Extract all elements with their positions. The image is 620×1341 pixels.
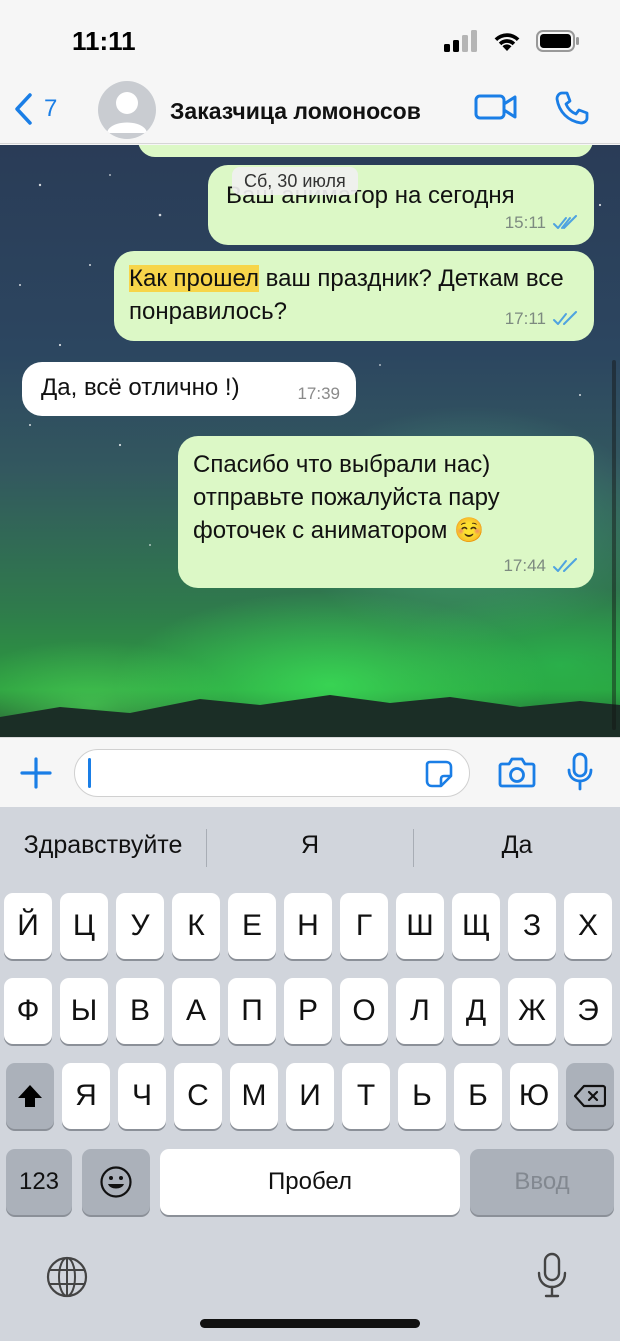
message-time: 17:11 [504, 309, 546, 328]
shift-key[interactable] [6, 1063, 54, 1129]
letter-key[interactable]: Й [4, 893, 52, 959]
scrollbar[interactable] [612, 360, 616, 730]
highlighted-text: Как прошел [129, 265, 259, 292]
home-indicator[interactable] [200, 1319, 420, 1328]
message-meta: 17:11 [505, 302, 578, 335]
phone-call-button[interactable] [554, 90, 590, 131]
letter-key[interactable]: И [286, 1063, 334, 1129]
message-bubble[interactable]: Спасибо что выбрали нас) отправьте пожал… [178, 436, 594, 588]
plus-icon [20, 757, 52, 789]
keyboard-bottom-bar [0, 1247, 620, 1307]
status-icons [444, 30, 580, 52]
message-time: 15:11 [504, 213, 546, 232]
letter-key[interactable]: Д [452, 978, 500, 1044]
message-input-overlay [74, 749, 470, 797]
numbers-key[interactable]: 123 [6, 1149, 72, 1215]
avatar-placeholder-icon [107, 92, 147, 133]
letter-key[interactable]: М [230, 1063, 278, 1129]
letter-key[interactable]: С [174, 1063, 222, 1129]
letter-key[interactable]: П [228, 978, 276, 1044]
contact-name[interactable]: Заказчица ломоносов [170, 98, 421, 125]
globe-icon[interactable] [45, 1255, 89, 1299]
letter-key[interactable]: Я [62, 1063, 110, 1129]
return-key[interactable]: Ввод [470, 1149, 614, 1215]
message-bubble-incoming[interactable]: Да, всё отлично !) 17:39 [22, 362, 356, 416]
message-bubble-partial[interactable] [138, 145, 593, 157]
message-text: Спасибо что выбрали нас) отправьте пожал… [193, 451, 500, 544]
suggestion-2[interactable]: Я [207, 831, 413, 860]
letter-key[interactable]: Е [228, 893, 276, 959]
letter-key[interactable]: Ш [396, 893, 444, 959]
back-button[interactable]: 7 [12, 92, 57, 126]
message-bubble[interactable]: Как прошел ваш праздник? Деткам все понр… [114, 251, 594, 341]
back-chevron-icon [15, 93, 32, 125]
avatar[interactable] [98, 81, 156, 139]
microphone-icon [567, 752, 593, 791]
suggestion-1[interactable]: Здравствуйте [0, 831, 206, 860]
double-check-icon [553, 557, 577, 572]
letter-key[interactable]: Ь [398, 1063, 446, 1129]
message-time: 17:44 [503, 556, 546, 575]
chat-area[interactable]: Ваш аниматор на сегодня 15:11 Сб, 30 июл… [0, 145, 620, 737]
message-time: 17:39 [297, 384, 340, 403]
message-meta: 17:39 [297, 377, 340, 410]
voice-message-button[interactable] [566, 752, 594, 797]
message-meta: 15:11 [505, 206, 578, 239]
camera-icon [498, 757, 536, 788]
predictive-suggestions: Здравствуйте Я Да [0, 807, 620, 889]
shift-icon [18, 1085, 42, 1107]
signal-icon [444, 30, 477, 52]
sticker-icon [425, 760, 453, 788]
text-caret [88, 758, 91, 788]
letter-key[interactable]: О [340, 978, 388, 1044]
emoji-icon [100, 1166, 132, 1198]
date-separator: Сб, 30 июля [232, 167, 358, 195]
letter-key[interactable]: Э [564, 978, 612, 1044]
letter-key[interactable]: Г [340, 893, 388, 959]
letter-key[interactable]: Ц [60, 893, 108, 959]
emoji-key[interactable] [82, 1149, 150, 1215]
letter-key[interactable]: Ч [118, 1063, 166, 1129]
letter-key[interactable]: Щ [452, 893, 500, 959]
letter-key[interactable]: У [116, 893, 164, 959]
status-time: 11:11 [72, 26, 136, 56]
keyboard: Здравствуйте Я Да 123 Пробел Ввод Й Ц У … [0, 807, 620, 1341]
video-call-button[interactable] [474, 92, 518, 127]
phone-call-icon [555, 91, 589, 125]
unread-count: 7 [44, 95, 58, 122]
message-meta: 17:44 [503, 549, 578, 582]
backspace-icon [574, 1084, 606, 1108]
sticker-button[interactable] [424, 759, 454, 794]
video-call-icon [474, 94, 517, 120]
hills-silhouette [0, 695, 620, 737]
letter-key[interactable]: Ф [4, 978, 52, 1044]
letter-key[interactable]: Н [284, 893, 332, 959]
letter-key[interactable]: В [116, 978, 164, 1044]
backspace-key[interactable] [566, 1063, 614, 1129]
letter-key[interactable]: Ю [510, 1063, 558, 1129]
letter-key[interactable]: Ы [60, 978, 108, 1044]
letter-key[interactable]: А [172, 978, 220, 1044]
message-text: Да, всё отлично !) [41, 374, 240, 401]
battery-icon [536, 30, 579, 52]
letter-key[interactable]: Л [396, 978, 444, 1044]
attach-button[interactable] [18, 755, 54, 796]
dictation-icon[interactable] [536, 1251, 568, 1299]
chat-header: 7 Заказчица ломоносов [0, 78, 620, 144]
status-bar: 11:11 [0, 0, 620, 78]
letter-key[interactable]: Р [284, 978, 332, 1044]
double-check-icon [553, 310, 577, 325]
letter-key[interactable]: К [172, 893, 220, 959]
letter-key[interactable]: Т [342, 1063, 390, 1129]
letter-key[interactable]: Ж [508, 978, 556, 1044]
camera-button[interactable] [498, 756, 536, 793]
letter-key[interactable]: Б [454, 1063, 502, 1129]
double-check-icon [553, 214, 577, 229]
letter-key[interactable]: З [508, 893, 556, 959]
letter-key[interactable]: Х [564, 893, 612, 959]
space-key[interactable]: Пробел [160, 1149, 460, 1215]
suggestion-3[interactable]: Да [414, 831, 620, 860]
wifi-icon [494, 33, 520, 51]
message-input-bar [0, 737, 620, 807]
